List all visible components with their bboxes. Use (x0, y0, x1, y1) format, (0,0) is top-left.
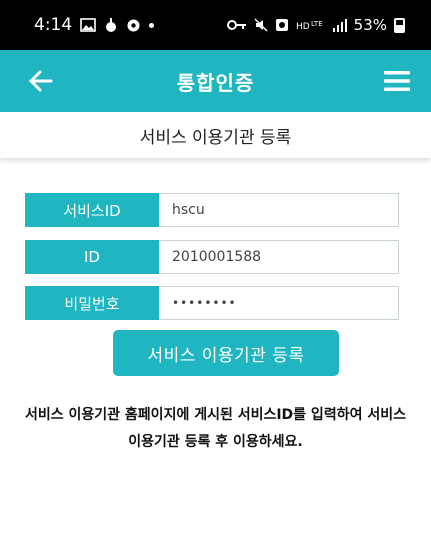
mute-icon (254, 18, 268, 32)
status-bar: 4:14 HD LTE 53% (0, 0, 431, 50)
register-service-button[interactable]: 서비스 이용기관 등록 (113, 330, 339, 376)
back-button[interactable] (28, 68, 54, 94)
id-label: ID (25, 240, 159, 274)
hd-volte-icon: HD LTE (296, 18, 326, 32)
password-input[interactable]: •••••••• (159, 286, 399, 320)
key-icon (226, 19, 247, 31)
service-id-label: 서비스ID (25, 193, 159, 227)
notice-text: 서비스 이용기관 홈페이지에 게시된 서비스ID를 입력하여 서비스 이용기관 … (25, 407, 406, 450)
menu-button[interactable] (383, 68, 411, 94)
gallery-notification-icon (80, 18, 96, 32)
settings-notification-icon (126, 18, 141, 33)
battery-icon (394, 17, 405, 33)
svg-text:HD: HD (296, 22, 310, 32)
app-title: 통합인증 (176, 70, 255, 95)
id-input[interactable]: 2010001588 (159, 240, 399, 274)
alarm-icon (275, 18, 289, 32)
status-bar-right: HD LTE 53% (226, 16, 405, 34)
password-label: 비밀번호 (25, 286, 159, 320)
hamburger-menu-icon (384, 71, 410, 91)
id-row: ID 2010001588 (25, 240, 399, 274)
status-time: 4:14 (34, 15, 73, 35)
app-notification-icon (104, 17, 118, 33)
app-bar: 통합인증 (0, 50, 431, 112)
service-id-row: 서비스ID hscu (25, 193, 399, 227)
status-bar-left: 4:14 (34, 15, 155, 35)
arrow-left-icon (29, 70, 53, 92)
svg-text:LTE: LTE (311, 20, 323, 28)
service-id-input[interactable]: hscu (159, 193, 399, 227)
page-title: 서비스 이용기관 등록 (0, 112, 431, 158)
password-row: 비밀번호 •••••••• (25, 286, 399, 320)
signal-strength-icon (332, 18, 347, 32)
more-notifications-dot-icon (149, 22, 155, 28)
battery-percentage: 53% (353, 16, 387, 34)
